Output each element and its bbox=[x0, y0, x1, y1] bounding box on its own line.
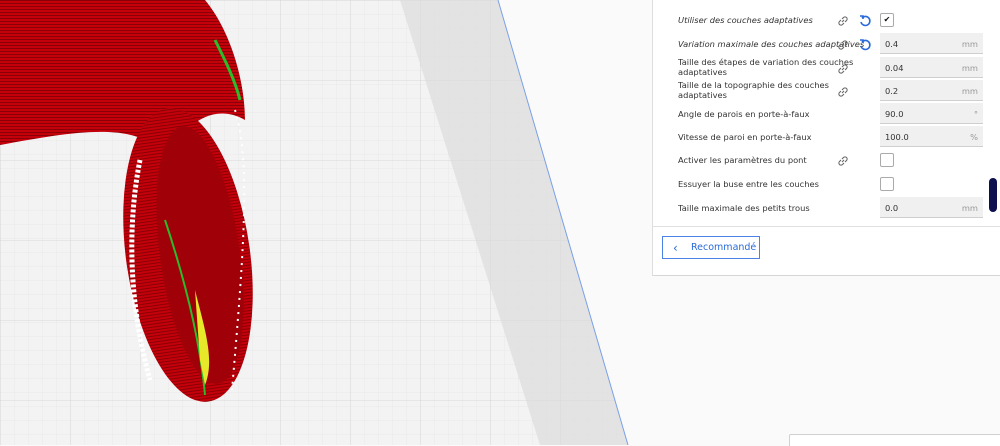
input-unit: mm bbox=[961, 63, 978, 73]
input-unit: ° bbox=[973, 109, 978, 119]
setting-row: Utiliser des couches adaptatives ✔ bbox=[678, 9, 988, 31]
reset-icon[interactable] bbox=[858, 13, 872, 27]
setting-label: Angle de parois en porte-à-faux bbox=[678, 109, 810, 119]
link-icon bbox=[836, 37, 850, 51]
input-value: 100.0 bbox=[885, 132, 909, 142]
setting-row: Activer les paramètres du pont bbox=[678, 149, 988, 171]
settings-scrollbar[interactable] bbox=[989, 178, 997, 212]
link-icon bbox=[836, 84, 850, 98]
input-value: 0.0 bbox=[885, 203, 899, 213]
setting-checkbox[interactable] bbox=[880, 153, 894, 167]
setting-row: Taille de la topographie des couches ada… bbox=[678, 80, 988, 102]
setting-label: Vitesse de paroi en porte-à-faux bbox=[678, 132, 812, 142]
input-unit: mm bbox=[961, 39, 978, 49]
input-value: 0.4 bbox=[885, 39, 899, 49]
input-unit: % bbox=[970, 132, 978, 142]
setting-label: Taille des étapes de variation des couch… bbox=[678, 57, 854, 77]
input-value: 90.0 bbox=[885, 109, 904, 119]
input-unit: mm bbox=[961, 86, 978, 96]
setting-checkbox[interactable]: ✔ bbox=[880, 13, 894, 27]
link-icon bbox=[836, 61, 850, 75]
setting-checkbox[interactable] bbox=[880, 177, 894, 191]
link-icon bbox=[836, 13, 850, 27]
setting-input[interactable]: 100.0% bbox=[880, 126, 983, 147]
input-value: 0.2 bbox=[885, 86, 899, 96]
setting-label: Activer les paramètres du pont bbox=[678, 155, 807, 165]
reset-icon[interactable] bbox=[858, 37, 872, 51]
setting-input[interactable]: 90.0 ° bbox=[880, 103, 983, 124]
print-settings-panel: Utiliser des couches adaptatives ✔ Variati… bbox=[652, 0, 1000, 276]
setting-row: Taille des étapes de variation des couch… bbox=[678, 57, 988, 79]
setting-label: Taille maximale des petits trous bbox=[678, 203, 810, 213]
setting-input[interactable]: 0.2 mm bbox=[880, 80, 983, 101]
input-unit: mm bbox=[961, 203, 978, 213]
setting-row: Essuyer la buse entre les couches bbox=[678, 173, 988, 195]
divider bbox=[652, 226, 1000, 227]
link-icon bbox=[836, 153, 850, 167]
setting-row: Vitesse de paroi en porte-à-faux 100.0% bbox=[678, 126, 988, 148]
setting-input[interactable]: 0.4 mm bbox=[880, 33, 983, 54]
setting-row: Angle de parois en porte-à-faux 90.0 ° bbox=[678, 103, 988, 125]
setting-row: Variation maximale des couches adaptativ… bbox=[678, 33, 988, 55]
setting-input[interactable]: 0.0 mm bbox=[880, 197, 983, 218]
chevron-left-icon: ‹ bbox=[673, 241, 678, 255]
setting-row: Taille maximale des petits trous 0.0 mm bbox=[678, 197, 988, 219]
bottom-panel bbox=[789, 434, 1000, 446]
setting-input[interactable]: 0.04 mm bbox=[880, 57, 983, 78]
recommended-button[interactable]: ‹ Recommandé bbox=[662, 236, 760, 259]
input-value: 0.04 bbox=[885, 63, 904, 73]
setting-label: Essuyer la buse entre les couches bbox=[678, 179, 819, 189]
setting-label: Taille de la topographie des couches ada… bbox=[678, 80, 829, 100]
